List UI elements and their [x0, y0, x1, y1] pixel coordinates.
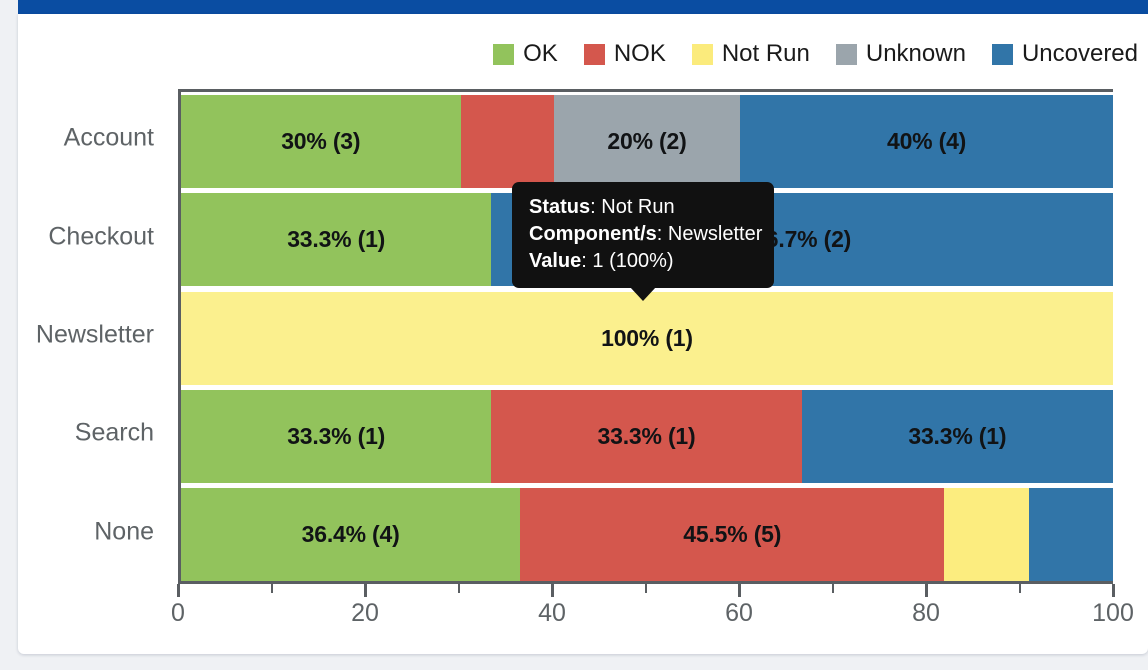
- app-header-bar: [18, 0, 1148, 14]
- x-axis-minor-tick: [457, 584, 460, 593]
- bar-row[interactable]: 33.3% (1) 33.3% (1) 33.3% (1): [181, 389, 1113, 483]
- tooltip-component-key: Component/s: [529, 222, 657, 245]
- x-axis-major-tick: [363, 584, 367, 597]
- y-axis-label: Newsletter: [35, 320, 154, 349]
- tooltip-arrow: [630, 287, 656, 302]
- x-axis-tick-label: 0: [171, 599, 185, 627]
- tooltip-status-sep: :: [590, 196, 602, 218]
- bar-row[interactable]: 100% (1): [181, 291, 1113, 385]
- x-axis-major-tick: [737, 584, 741, 597]
- y-axis-label: None: [94, 517, 154, 546]
- tooltip-component-sep: :: [656, 222, 668, 245]
- tooltip-value-sep: :: [581, 249, 593, 272]
- x-axis-tick-label: 60: [725, 599, 753, 627]
- bar-segment[interactable]: 45.5% (5): [520, 488, 945, 582]
- bar-segment-label: 33.3% (1): [908, 422, 1007, 449]
- bar-row[interactable]: 30% (3) 20% (2) 40% (4): [181, 94, 1113, 188]
- y-axis-label: Checkout: [48, 222, 154, 251]
- bar-segment[interactable]: 33.3% (1): [491, 389, 802, 483]
- tooltip-component-line: Component/s: Newsletter: [529, 221, 762, 248]
- bar-segment-label: 40% (4): [887, 127, 967, 154]
- x-axis-minor-tick: [831, 584, 834, 593]
- bar-segment-label: 33.3% (1): [287, 226, 386, 253]
- bar-segment[interactable]: [1029, 488, 1113, 582]
- bar-segment-label: 36.4% (4): [301, 521, 400, 548]
- x-axis-major-tick: [1111, 584, 1115, 597]
- bar-segment[interactable]: 40% (4): [740, 94, 1113, 188]
- bar-segment[interactable]: [944, 488, 1030, 582]
- bar-segment[interactable]: 33.3% (1): [181, 389, 492, 483]
- bar-segment[interactable]: [460, 94, 554, 188]
- bar-row[interactable]: 36.4% (4) 45.5% (5): [181, 488, 1113, 582]
- bar-segment[interactable]: 100% (1): [181, 291, 1113, 385]
- stacked-bar-chart: Account Checkout Newsletter Search None 30% …: [18, 14, 1148, 654]
- bar-segment-label: 33.3% (1): [597, 422, 696, 449]
- tooltip-value-value: 1 (100%): [592, 249, 674, 272]
- bar-segment[interactable]: 30% (3): [181, 94, 461, 188]
- bar-segment-label: 33.3% (1): [287, 422, 386, 449]
- x-axis-tick-label: 80: [912, 599, 940, 627]
- bar-segment-label: 45.5% (5): [683, 521, 782, 548]
- x-axis-tick-label: 20: [351, 599, 379, 627]
- x-axis-major-tick: [550, 584, 554, 597]
- tooltip-status-key: Status: [529, 196, 591, 218]
- y-axis-label: Account: [63, 123, 154, 152]
- x-axis-minor-tick: [1018, 584, 1021, 593]
- tooltip-component-value: Newsletter: [667, 222, 763, 245]
- x-axis-tick-label: 100: [1092, 599, 1134, 627]
- x-axis-major-tick: [176, 584, 180, 597]
- bar-segment-label: 30% (3): [281, 127, 361, 154]
- tooltip-value-line: Value: 1 (100%): [529, 248, 757, 275]
- plot-area: 30% (3) 20% (2) 40% (4) 33.3% (1) 66.7% (2) 1…: [178, 89, 1113, 582]
- tooltip-status-value: Not Run: [601, 196, 675, 218]
- bar-segment[interactable]: 20% (2): [553, 94, 741, 188]
- x-axis-major-tick: [924, 584, 928, 597]
- y-axis-label: Search: [74, 418, 154, 447]
- bar-segment[interactable]: 33.3% (1): [801, 389, 1113, 483]
- tooltip-value-key: Value: [529, 249, 582, 272]
- tooltip-status-line: Status: Not Run: [529, 194, 757, 221]
- x-axis-minor-tick: [644, 584, 647, 593]
- bar-segment[interactable]: 33.3% (1): [181, 193, 492, 287]
- chart-card: OK NOK Not Run Unknown Uncovered Account Chec…: [18, 14, 1148, 654]
- bar-segment[interactable]: 36.4% (4): [181, 488, 521, 582]
- bar-segment-label: 20% (2): [607, 127, 687, 154]
- x-axis-tick-label: 40: [538, 599, 566, 627]
- y-axis-category-labels: Account Checkout Newsletter Search None: [18, 89, 166, 581]
- x-axis-minor-tick: [270, 584, 273, 593]
- chart-tooltip: Status: Not Run Component/s: Newsletter …: [512, 182, 774, 302]
- bar-segment-label: 100% (1): [601, 324, 693, 351]
